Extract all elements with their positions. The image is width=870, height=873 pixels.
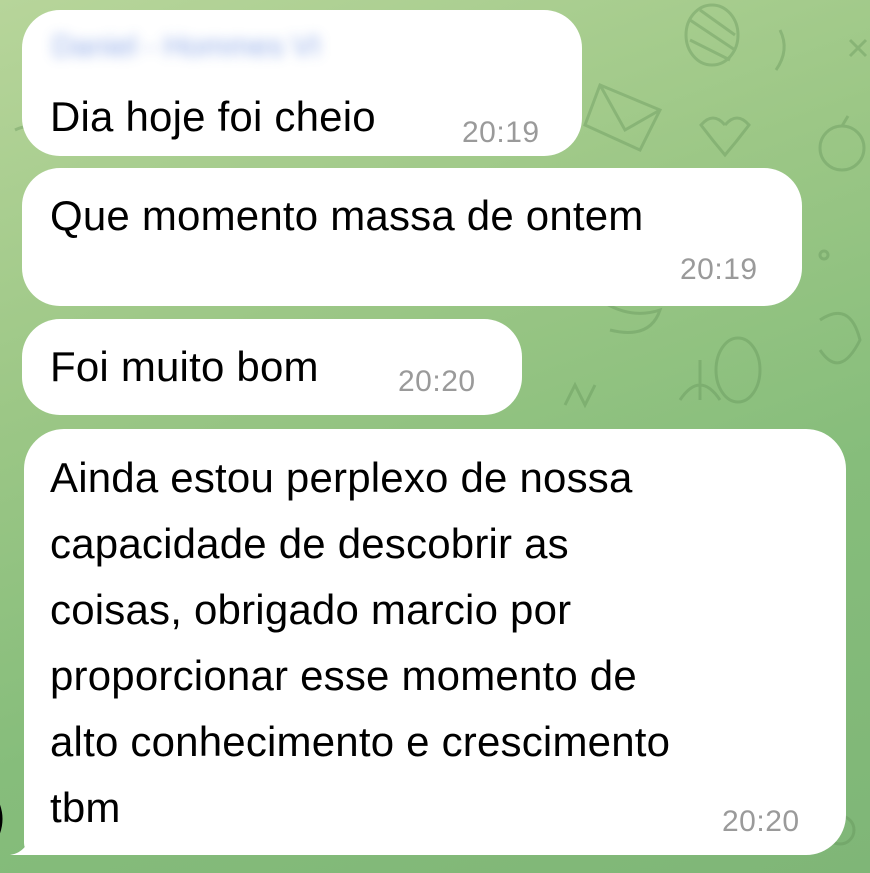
message-bubble[interactable]: Foi muito bom 20:20 <box>22 319 522 415</box>
message-bubble[interactable]: Ainda estou perplexo de nossa capacidade… <box>24 429 846 855</box>
message-time: 20:20 <box>398 365 476 398</box>
message-text: Ainda estou perplexo de nossa capacidade… <box>50 454 671 831</box>
message-text: Dia hoje foi cheio <box>50 93 376 140</box>
message-bubble[interactable]: Que momento massa de ontem 20:19 <box>22 168 802 306</box>
chat-message-list[interactable]: Daniel - Hommes VI Dia hoje foi cheio 20… <box>0 0 870 873</box>
message-time: 20:19 <box>680 253 758 286</box>
message-text: Foi muito bom <box>50 343 319 390</box>
avatar-edge-icon <box>0 804 3 834</box>
message-time: 20:20 <box>722 805 800 838</box>
message-time: 20:19 <box>462 116 540 149</box>
message-text: Que momento massa de ontem <box>50 192 644 239</box>
message-bubble[interactable]: Daniel - Hommes VI Dia hoje foi cheio 20… <box>22 10 582 156</box>
sender-name: Daniel - Hommes VI <box>52 30 321 63</box>
